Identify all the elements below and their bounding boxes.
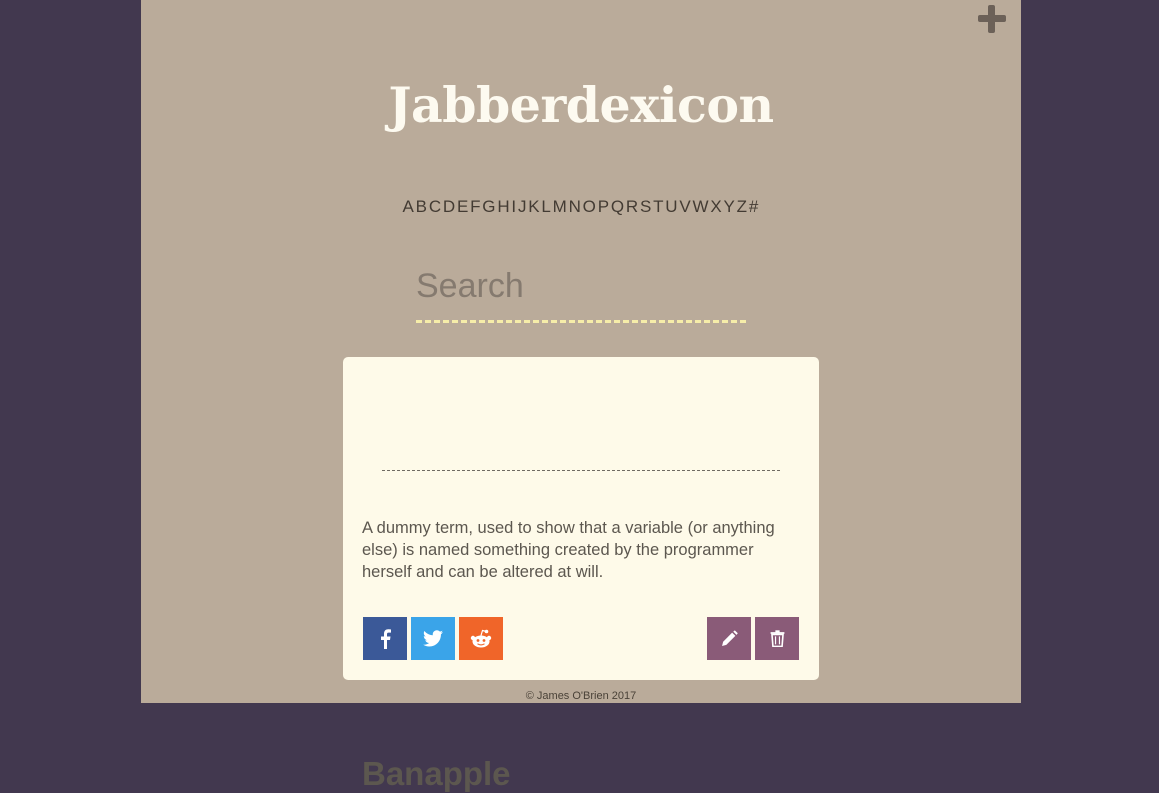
entry-term: Banapple bbox=[362, 755, 511, 792]
alphabet-link[interactable]: Y bbox=[723, 197, 736, 216]
alphabet-link[interactable]: E bbox=[457, 197, 470, 216]
alphabet-link[interactable]: L bbox=[541, 197, 552, 216]
alphabet-link[interactable]: F bbox=[470, 197, 482, 216]
alphabet-link[interactable]: X bbox=[710, 197, 723, 216]
alphabet-link[interactable]: K bbox=[528, 197, 541, 216]
footer-copyright: © James O'Brien 2017 bbox=[525, 690, 637, 702]
reddit-icon bbox=[470, 629, 492, 647]
alphabet-link[interactable]: J bbox=[518, 197, 528, 216]
alphabet-link[interactable]: S bbox=[640, 197, 653, 216]
entry-definition: A dummy term, used to show that a variab… bbox=[362, 519, 775, 581]
share-twitter-button[interactable] bbox=[411, 617, 455, 660]
alphabet-link[interactable]: W bbox=[693, 197, 710, 216]
share-reddit-button[interactable] bbox=[459, 617, 503, 660]
alphabet-link[interactable]: C bbox=[429, 197, 442, 216]
alphabet-link[interactable]: D bbox=[443, 197, 456, 216]
alphabet-link[interactable]: # bbox=[749, 197, 760, 216]
alphabet-link[interactable]: U bbox=[665, 197, 678, 216]
alphabet-link[interactable]: I bbox=[511, 197, 517, 216]
facebook-icon bbox=[381, 628, 391, 649]
alphabet-link[interactable]: V bbox=[679, 197, 692, 216]
trash-icon bbox=[770, 630, 784, 647]
alphabet-link[interactable]: P bbox=[598, 197, 611, 216]
alphabet-link[interactable]: A bbox=[403, 197, 416, 216]
alphabet-link[interactable]: G bbox=[482, 197, 496, 216]
alphabet-link[interactable]: Z bbox=[737, 197, 749, 216]
app-title: Jabberdexicon bbox=[388, 76, 774, 134]
share-facebook-button[interactable] bbox=[363, 617, 407, 660]
main-page: Jabberdexicon ABCDEFGHIJKLMNOPQRSTUVWXYZ… bbox=[141, 0, 1021, 792]
edit-entry-button[interactable] bbox=[707, 617, 751, 660]
alphabet-link[interactable]: O bbox=[583, 197, 597, 216]
alphabet-link[interactable]: Q bbox=[611, 197, 625, 216]
pencil-icon bbox=[721, 630, 738, 646]
twitter-icon bbox=[423, 630, 443, 647]
alphabet-link[interactable]: R bbox=[626, 197, 639, 216]
search-input[interactable] bbox=[416, 262, 746, 310]
add-term-button[interactable] bbox=[977, 4, 1007, 34]
alphabet-link[interactable]: B bbox=[416, 197, 429, 216]
entry-card: Banapple A dummy term, used to show that… bbox=[343, 357, 819, 792]
alphabet-nav: ABCDEFGHIJKLMNOPQRSTUVWXYZ# bbox=[141, 197, 1021, 217]
search-field bbox=[416, 262, 746, 323]
alphabet-link[interactable]: H bbox=[497, 197, 510, 216]
delete-entry-button[interactable] bbox=[755, 617, 799, 660]
alphabet-link[interactable]: M bbox=[553, 197, 568, 216]
alphabet-link[interactable]: T bbox=[653, 197, 665, 216]
alphabet-link[interactable]: N bbox=[569, 197, 582, 216]
entry-divider bbox=[382, 470, 780, 471]
